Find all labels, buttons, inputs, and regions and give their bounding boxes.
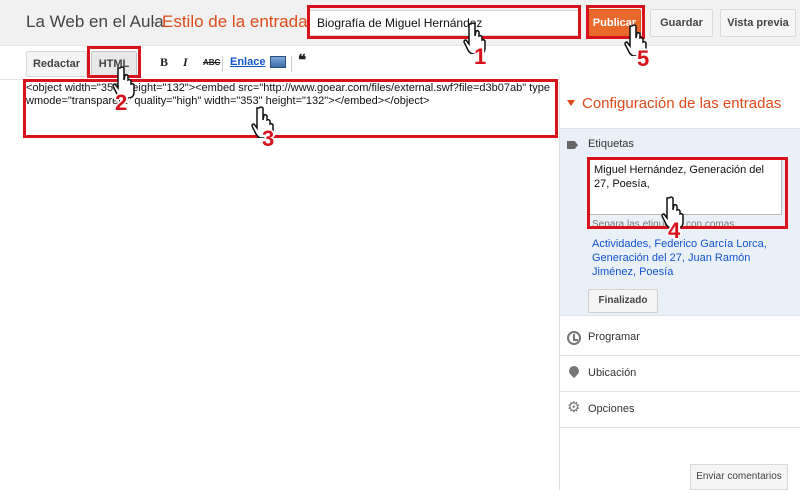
sidebar-item-label: Opciones	[588, 403, 635, 415]
html-editor-textarea[interactable]: <object width="353" height="132"><embed …	[26, 82, 560, 486]
save-button[interactable]: Guardar	[650, 9, 713, 37]
step-number: 5	[637, 46, 650, 71]
strikethrough-icon[interactable]: ABC	[203, 58, 220, 67]
step-number: 3	[262, 126, 275, 151]
labels-input[interactable]: Miguel Hernández, Generación del 27, Poe…	[588, 159, 782, 215]
toolbar-divider	[291, 56, 292, 72]
post-title-input[interactable]: Biografía de Miguel Hernández	[309, 10, 579, 36]
page-subtitle: Estilo de la entrada	[162, 12, 308, 31]
done-button[interactable]: Finalizado	[588, 289, 658, 313]
title-separator: ·	[151, 12, 157, 31]
sidebar-item-location[interactable]: Ubicación	[560, 356, 800, 392]
toolbar-divider	[222, 56, 223, 72]
post-settings-sidebar: Configuración de las entradas Etiquetas …	[560, 80, 800, 490]
step-number: 2	[115, 90, 128, 115]
gear-icon: ⚙	[567, 399, 581, 416]
settings-header[interactable]: Configuración de las entradas	[560, 80, 800, 128]
map-pin-icon	[566, 363, 582, 379]
sidebar-item-options[interactable]: ⚙ Opciones	[560, 392, 800, 428]
settings-title: Configuración de las entradas	[582, 95, 782, 112]
preview-button[interactable]: Vista previa	[720, 9, 796, 37]
collapse-arrow-icon[interactable]	[567, 100, 575, 106]
editor-line: <object width="353" height="132"><embed …	[26, 82, 550, 94]
step-number: 1	[474, 44, 487, 69]
labels-hint: Separa las etiquetas con comas.	[592, 219, 738, 230]
compose-mode-button[interactable]: Redactar	[26, 51, 87, 77]
editor-line: wmode="transparent" quality="high" width…	[26, 95, 430, 107]
editor-header: La Web en el Aula · Estilo de la entrada…	[0, 0, 800, 46]
sidebar-item-label: Programar	[588, 331, 640, 343]
send-feedback-button[interactable]: Enviar comentarios	[690, 464, 788, 490]
labels-title[interactable]: Etiquetas	[588, 138, 634, 150]
sidebar-item-schedule[interactable]: Programar	[560, 320, 800, 356]
quote-icon[interactable]: ❝	[298, 51, 306, 70]
italic-icon[interactable]: I	[183, 55, 188, 70]
label-suggestions[interactable]: Actividades, Federico García Lorca, Gene…	[592, 237, 782, 279]
link-button[interactable]: Enlace	[230, 56, 265, 68]
bold-icon[interactable]: B	[160, 55, 168, 70]
sidebar-item-label: Ubicación	[588, 367, 637, 379]
html-mode-button[interactable]: HTML	[91, 51, 137, 77]
blog-title[interactable]: La Web en el Aula	[26, 12, 164, 32]
clock-icon	[567, 331, 581, 345]
tag-icon	[567, 141, 578, 149]
step-number: 4	[668, 218, 681, 243]
insert-image-icon[interactable]	[270, 56, 286, 68]
publish-button[interactable]: Publicar	[588, 9, 641, 37]
